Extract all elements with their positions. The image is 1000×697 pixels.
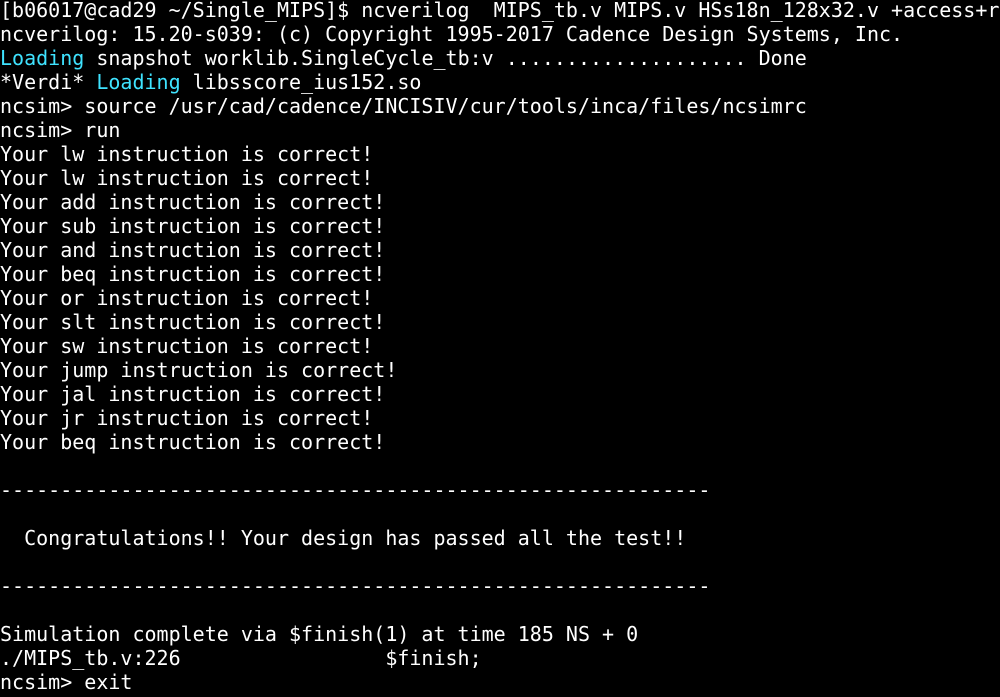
terminal-line-prompt-command: [b06017@cad29 ~/Single_MIPS]$ ncverilog … [0, 0, 1000, 22]
terminal-line-verdi-loading: *Verdi* Loading libsscore_ius152.so [0, 70, 422, 94]
terminal-line-exit: ncsim> exit [0, 670, 133, 694]
terminal-line-result: Your add instruction is correct! [0, 190, 386, 214]
terminal-line-loading-snapshot: Loading snapshot worklib.SingleCycle_tb:… [0, 46, 807, 70]
terminal-window[interactable]: [b06017@cad29 ~/Single_MIPS]$ ncverilog … [0, 0, 1000, 695]
loading-keyword: Loading [0, 46, 85, 70]
terminal-line-result: Your sub instruction is correct! [0, 214, 386, 238]
terminal-line-result: Your and instruction is correct! [0, 238, 386, 262]
terminal-line-result: Your lw instruction is correct! [0, 166, 374, 190]
terminal-line-result: Your jump instruction is correct! [0, 358, 398, 382]
terminal-line-copyright: ncverilog: 15.20-s039: (c) Copyright 199… [0, 22, 904, 46]
terminal-line-finish-location: ./MIPS_tb.v:226 $finish; [0, 646, 482, 670]
terminal-line-run: ncsim> run [0, 118, 121, 142]
terminal-line-result: Your sw instruction is correct! [0, 334, 374, 358]
terminal-line-separator: ----------------------------------------… [0, 574, 711, 598]
terminal-line-separator: ----------------------------------------… [0, 478, 711, 502]
terminal-line-simulation-complete: Simulation complete via $finish(1) at ti… [0, 622, 639, 646]
terminal-line-congratulations: Congratulations!! Your design has passed… [0, 526, 687, 550]
terminal-line-result: Your jr instruction is correct! [0, 406, 374, 430]
terminal-line-result: Your beq instruction is correct! [0, 430, 386, 454]
terminal-line-result: Your or instruction is correct! [0, 286, 374, 310]
loading-keyword: Loading [96, 70, 181, 94]
terminal-line-result: Your beq instruction is correct! [0, 262, 386, 286]
terminal-line-result: Your lw instruction is correct! [0, 142, 374, 166]
terminal-line-source: ncsim> source /usr/cad/cadence/INCISIV/c… [0, 94, 807, 118]
terminal-line-result: Your jal instruction is correct! [0, 382, 386, 406]
terminal-line-result: Your slt instruction is correct! [0, 310, 386, 334]
